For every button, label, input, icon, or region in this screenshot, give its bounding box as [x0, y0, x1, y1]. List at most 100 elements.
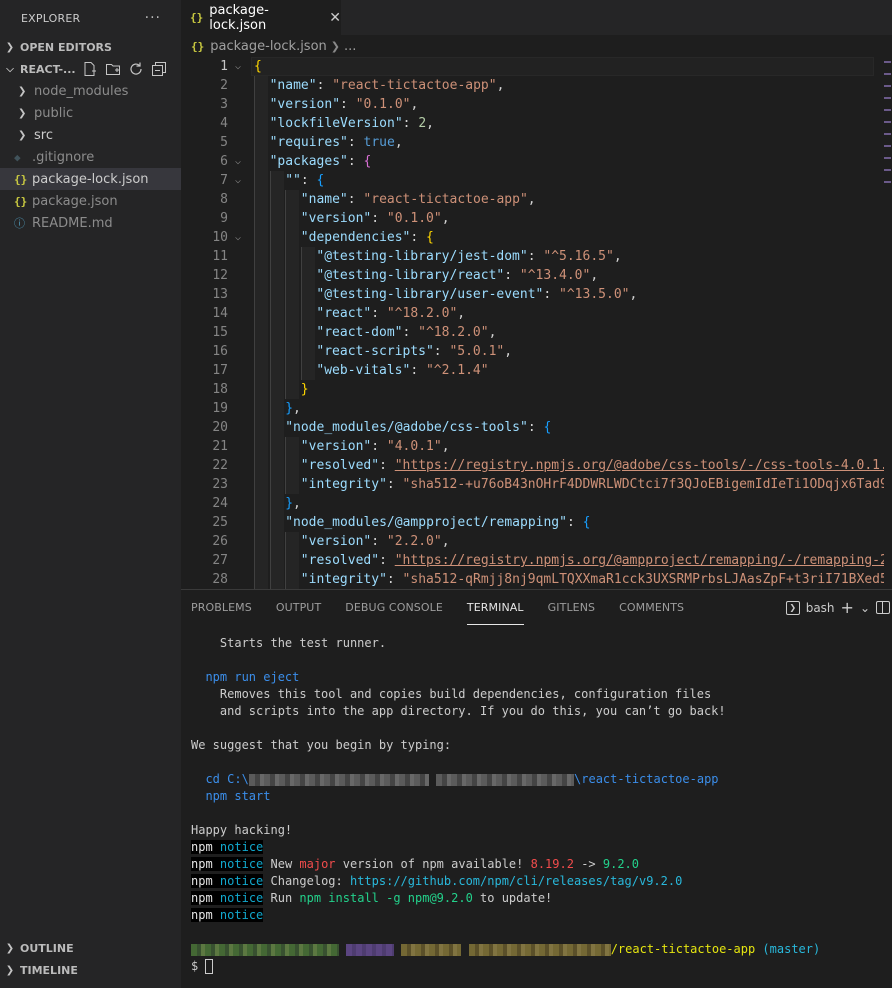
code-line[interactable]: 24}, — [181, 494, 892, 513]
code-line[interactable]: 26 "version": "2.2.0", — [181, 532, 892, 551]
code-line[interactable]: 27 "resolved": "https://registry.npmjs.or… — [181, 551, 892, 570]
code-line[interactable]: 28 "integrity": "sha512-qRmjj8nj9qmLTQXXm… — [181, 570, 892, 589]
code-line[interactable]: 10 ⌵ "dependencies": { — [181, 228, 892, 247]
indent-guide — [285, 380, 299, 399]
code-line[interactable]: 4 "lockfileVersion": 2, — [181, 114, 892, 133]
tab-package-lock[interactable]: {} package-lock.json ✕ — [181, 0, 341, 35]
redacted-user — [191, 943, 339, 956]
indent-guide — [254, 399, 268, 418]
project-section[interactable]: ⌵ REACT-... — [0, 58, 181, 80]
more-actions-icon[interactable]: ··· — [145, 10, 161, 26]
code-editor[interactable]: 1 ⌵ {2 "name": "react-tictactoe-app", 3 "vers… — [181, 57, 892, 589]
tab-comments[interactable]: COMMENTS — [619, 590, 684, 625]
code-line[interactable]: 15 "react-dom": "^18.2.0", — [181, 323, 892, 342]
tab-output[interactable]: OUTPUT — [276, 590, 321, 625]
minimap[interactable] — [884, 57, 892, 589]
indent-guide — [254, 380, 268, 399]
terminal-line: npm run eject — [191, 670, 300, 684]
code-line[interactable]: 22 "resolved": "https://registry.npmjs.or… — [181, 456, 892, 475]
line-number: 16 — [212, 344, 228, 359]
tab-terminal[interactable]: TERMINAL — [466, 590, 524, 625]
breadcrumb-more[interactable]: ... — [344, 39, 356, 54]
line-number: 6 — [220, 154, 228, 169]
indent-guide — [254, 551, 268, 570]
collapse-all-icon[interactable] — [150, 61, 167, 78]
redacted-host — [346, 943, 395, 956]
tab-gitlens[interactable]: GITLENS — [548, 590, 595, 625]
minimap-mark — [884, 85, 891, 87]
line-number: 9 — [220, 211, 228, 226]
code-line[interactable]: 3 "version": "0.1.0", — [181, 95, 892, 114]
open-editors-section[interactable]: ❯ OPEN EDITORS — [0, 36, 181, 58]
refresh-icon[interactable] — [127, 61, 144, 78]
fold-chevron-icon[interactable]: ⌵ — [235, 228, 249, 247]
code-line[interactable]: 6 ⌵ "packages": { — [181, 152, 892, 171]
line-number: 8 — [220, 192, 228, 207]
chevron-down-icon[interactable]: ⌄ — [860, 601, 870, 615]
tree-item-readme[interactable]: ⓘ README.md — [0, 212, 181, 234]
code-line[interactable]: 2 "name": "react-tictactoe-app", — [181, 76, 892, 95]
new-file-icon[interactable] — [81, 61, 98, 78]
json-icon: {} — [191, 39, 205, 53]
code-line[interactable]: 18} — [181, 380, 892, 399]
code-line[interactable]: 20 "node_modules/@adobe/css-tools": { — [181, 418, 892, 437]
indent-guide — [300, 247, 315, 266]
code-line[interactable]: 17 "web-vitals": "^2.1.4" — [181, 361, 892, 380]
redacted-path — [401, 943, 462, 956]
code-line[interactable]: 13 "@testing-library/user-event": "^13.5.… — [181, 285, 892, 304]
timeline-section[interactable]: ❯ TIMELINE — [0, 959, 181, 981]
tab-debug-console[interactable]: DEBUG CONSOLE — [345, 590, 443, 625]
terminal-line: Removes this tool and copies build depen… — [191, 687, 712, 701]
changelog-link[interactable]: https://github.com/npm/cli/releases/tag/… — [350, 874, 682, 888]
bottom-panel: PROBLEMS OUTPUT DEBUG CONSOLE TERMINAL G… — [181, 589, 892, 988]
code-line[interactable]: 14 "react": "^18.2.0", — [181, 304, 892, 323]
breadcrumb-file[interactable]: package-lock.json — [210, 39, 327, 54]
tree-item-package-lock[interactable]: {} package-lock.json — [0, 168, 181, 190]
fold-chevron-icon[interactable]: ⌵ — [235, 57, 249, 76]
code-line[interactable]: 12 "@testing-library/react": "^13.4.0", — [181, 266, 892, 285]
code-line[interactable]: 1 ⌵ { — [181, 57, 892, 76]
indent-guide — [254, 114, 268, 133]
code-line[interactable]: 11 "@testing-library/jest-dom": "^5.16.5"… — [181, 247, 892, 266]
code-line[interactable]: 19}, — [181, 399, 892, 418]
split-terminal-icon[interactable] — [876, 601, 890, 614]
json-icon: {} — [14, 172, 28, 186]
code-text: "resolved": "https://registry.npmjs.org/… — [300, 553, 888, 568]
line-number: 5 — [220, 135, 228, 150]
tab-problems[interactable]: PROBLEMS — [191, 590, 252, 625]
code-text: } — [300, 382, 309, 397]
indent-guide — [254, 342, 268, 361]
add-terminal-icon[interactable]: + — [841, 598, 854, 617]
terminal-output[interactable]: Starts the test runner. npm run eject Re… — [191, 635, 892, 975]
tree-item-src[interactable]: ❯ src — [0, 124, 181, 146]
code-line[interactable]: 8 "name": "react-tictactoe-app", — [181, 190, 892, 209]
tree-item-node-modules[interactable]: ❯ node_modules — [0, 80, 181, 102]
code-line[interactable]: 25 "node_modules/@ampproject/remapping": … — [181, 513, 892, 532]
tree-item-label: package-lock.json — [32, 171, 149, 187]
close-icon[interactable]: ✕ — [329, 10, 341, 26]
code-line[interactable]: 5 "requires": true, — [181, 133, 892, 152]
tree-item-gitignore[interactable]: ◆ .gitignore — [0, 146, 181, 168]
fold-chevron-icon[interactable]: ⌵ — [235, 152, 249, 171]
code-text: "node_modules/@ampproject/remapping": { — [285, 515, 591, 530]
code-line[interactable]: 23 "integrity": "sha512-+u76oB43nOHrF4DDW… — [181, 475, 892, 494]
code-line[interactable]: 9 "version": "0.1.0", — [181, 209, 892, 228]
code-line[interactable]: 7 ⌵ "": { — [181, 171, 892, 190]
terminal-icon[interactable]: ❯ — [785, 600, 800, 615]
indent-guide — [285, 532, 299, 551]
shell-label[interactable]: bash — [806, 601, 835, 615]
code-line[interactable]: 21 "version": "4.0.1", — [181, 437, 892, 456]
indent-guide — [254, 475, 268, 494]
tree-item-package-json[interactable]: {} package.json — [0, 190, 181, 212]
outline-section[interactable]: ❯ OUTLINE — [0, 937, 181, 959]
fold-chevron-icon[interactable]: ⌵ — [235, 171, 249, 190]
indent-guide — [254, 95, 268, 114]
panel-tabs: PROBLEMS OUTPUT DEBUG CONSOLE TERMINAL G… — [181, 590, 892, 625]
line-number: 24 — [212, 496, 228, 511]
code-line[interactable]: 16 "react-scripts": "5.0.1", — [181, 342, 892, 361]
tree-item-public[interactable]: ❯ public — [0, 102, 181, 124]
new-folder-icon[interactable] — [104, 61, 121, 78]
tree-item-label: node_modules — [34, 83, 129, 99]
prompt-input-line[interactable]: $ — [191, 958, 892, 975]
line-number: 21 — [212, 439, 228, 454]
